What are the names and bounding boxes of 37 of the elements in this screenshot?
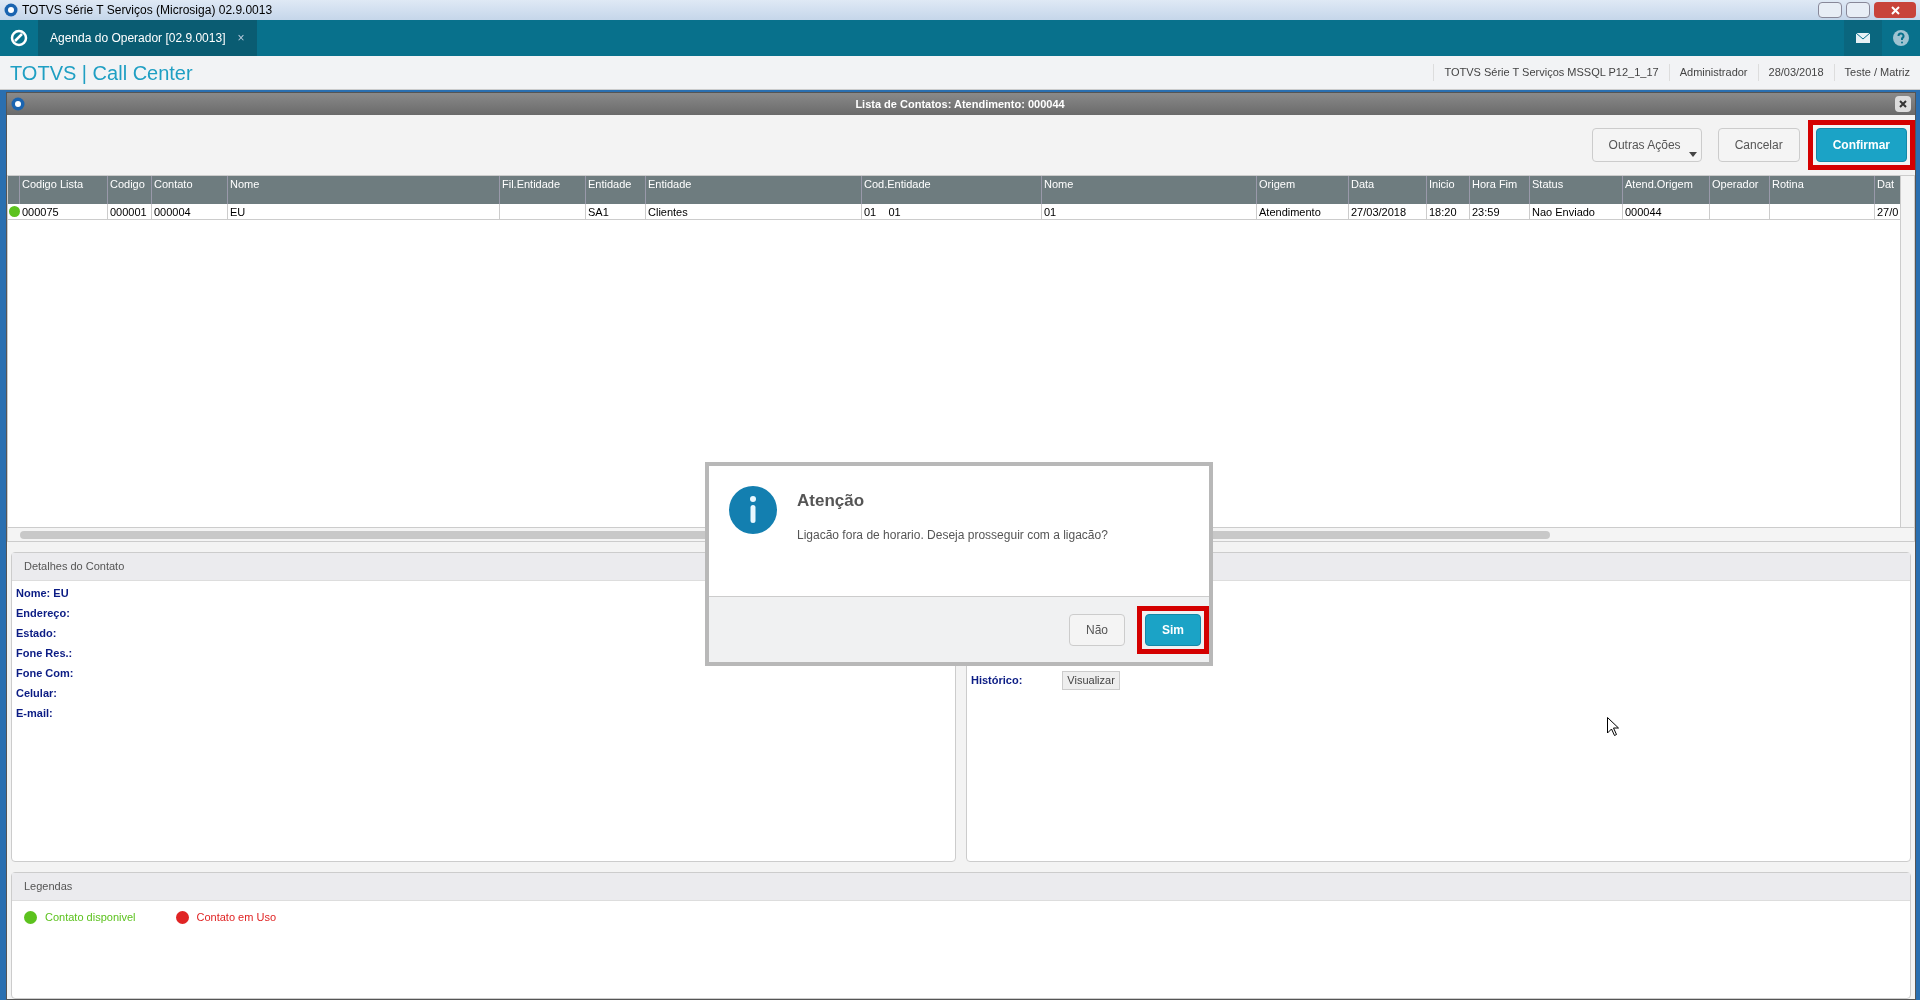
- alert-message: Ligacão fora de horario. Deseja prosseguir com a ligacão?: [797, 526, 1108, 544]
- table-cell: 18:20: [1429, 206, 1457, 218]
- detail-field: Fone Res.:: [16, 645, 955, 665]
- detail-field: Endereço:: [16, 605, 955, 625]
- table-cell: Nao Enviado: [1532, 206, 1595, 218]
- table-cell: 01 01: [864, 206, 901, 218]
- detail-field: Nome: EU: [16, 585, 955, 605]
- detail-field: E-mail:: [16, 705, 955, 725]
- legend-label: Contato disponivel: [45, 910, 136, 925]
- table-cell: SA1: [588, 206, 609, 218]
- table-cell: EU: [230, 206, 246, 218]
- table-cell: Atendimento: [1259, 206, 1321, 218]
- table-cell: 000001: [110, 206, 147, 218]
- table-cell: 000044: [1625, 206, 1662, 218]
- panel-title: Legendas: [24, 879, 73, 895]
- tab-label: Agenda do Operador [02.9.0013]: [50, 30, 226, 47]
- header-info: TOTVS Série T Serviços MSSQL P12_1_17: [1433, 64, 1669, 81]
- detail-field: Fone Com:: [16, 665, 955, 685]
- detail-field: Celular:: [16, 685, 955, 705]
- history-label: Histórico:: [971, 673, 1023, 688]
- table-cell: 01: [1044, 206, 1057, 218]
- detail-field: Estado:: [16, 625, 955, 645]
- table-cell: 000075: [22, 206, 59, 218]
- table-cell: 23:59: [1472, 206, 1500, 218]
- legend-label: Contato em Uso: [196, 910, 276, 925]
- dialog-title: Lista de Contatos: Atendimento: 000044: [854, 96, 1066, 112]
- table-cell: 000004: [154, 206, 191, 218]
- header-info: 28/03/2018: [1757, 64, 1834, 81]
- header-info: Administrador: [1668, 64, 1758, 81]
- brand-title: TOTVS | Call Center: [9, 60, 193, 86]
- alert-title: Atenção: [797, 490, 866, 512]
- panel-title: Detalhes do Contato: [24, 559, 125, 575]
- table-cell: 27/0: [1877, 206, 1899, 218]
- table-cell: 27/03/2018: [1351, 206, 1407, 218]
- window-title: TOTVS Série T Serviços (Microsiga) 02.9.0013: [22, 2, 273, 19]
- header-info: Teste / Matriz: [1833, 64, 1920, 81]
- table-cell: Clientes: [648, 206, 688, 218]
